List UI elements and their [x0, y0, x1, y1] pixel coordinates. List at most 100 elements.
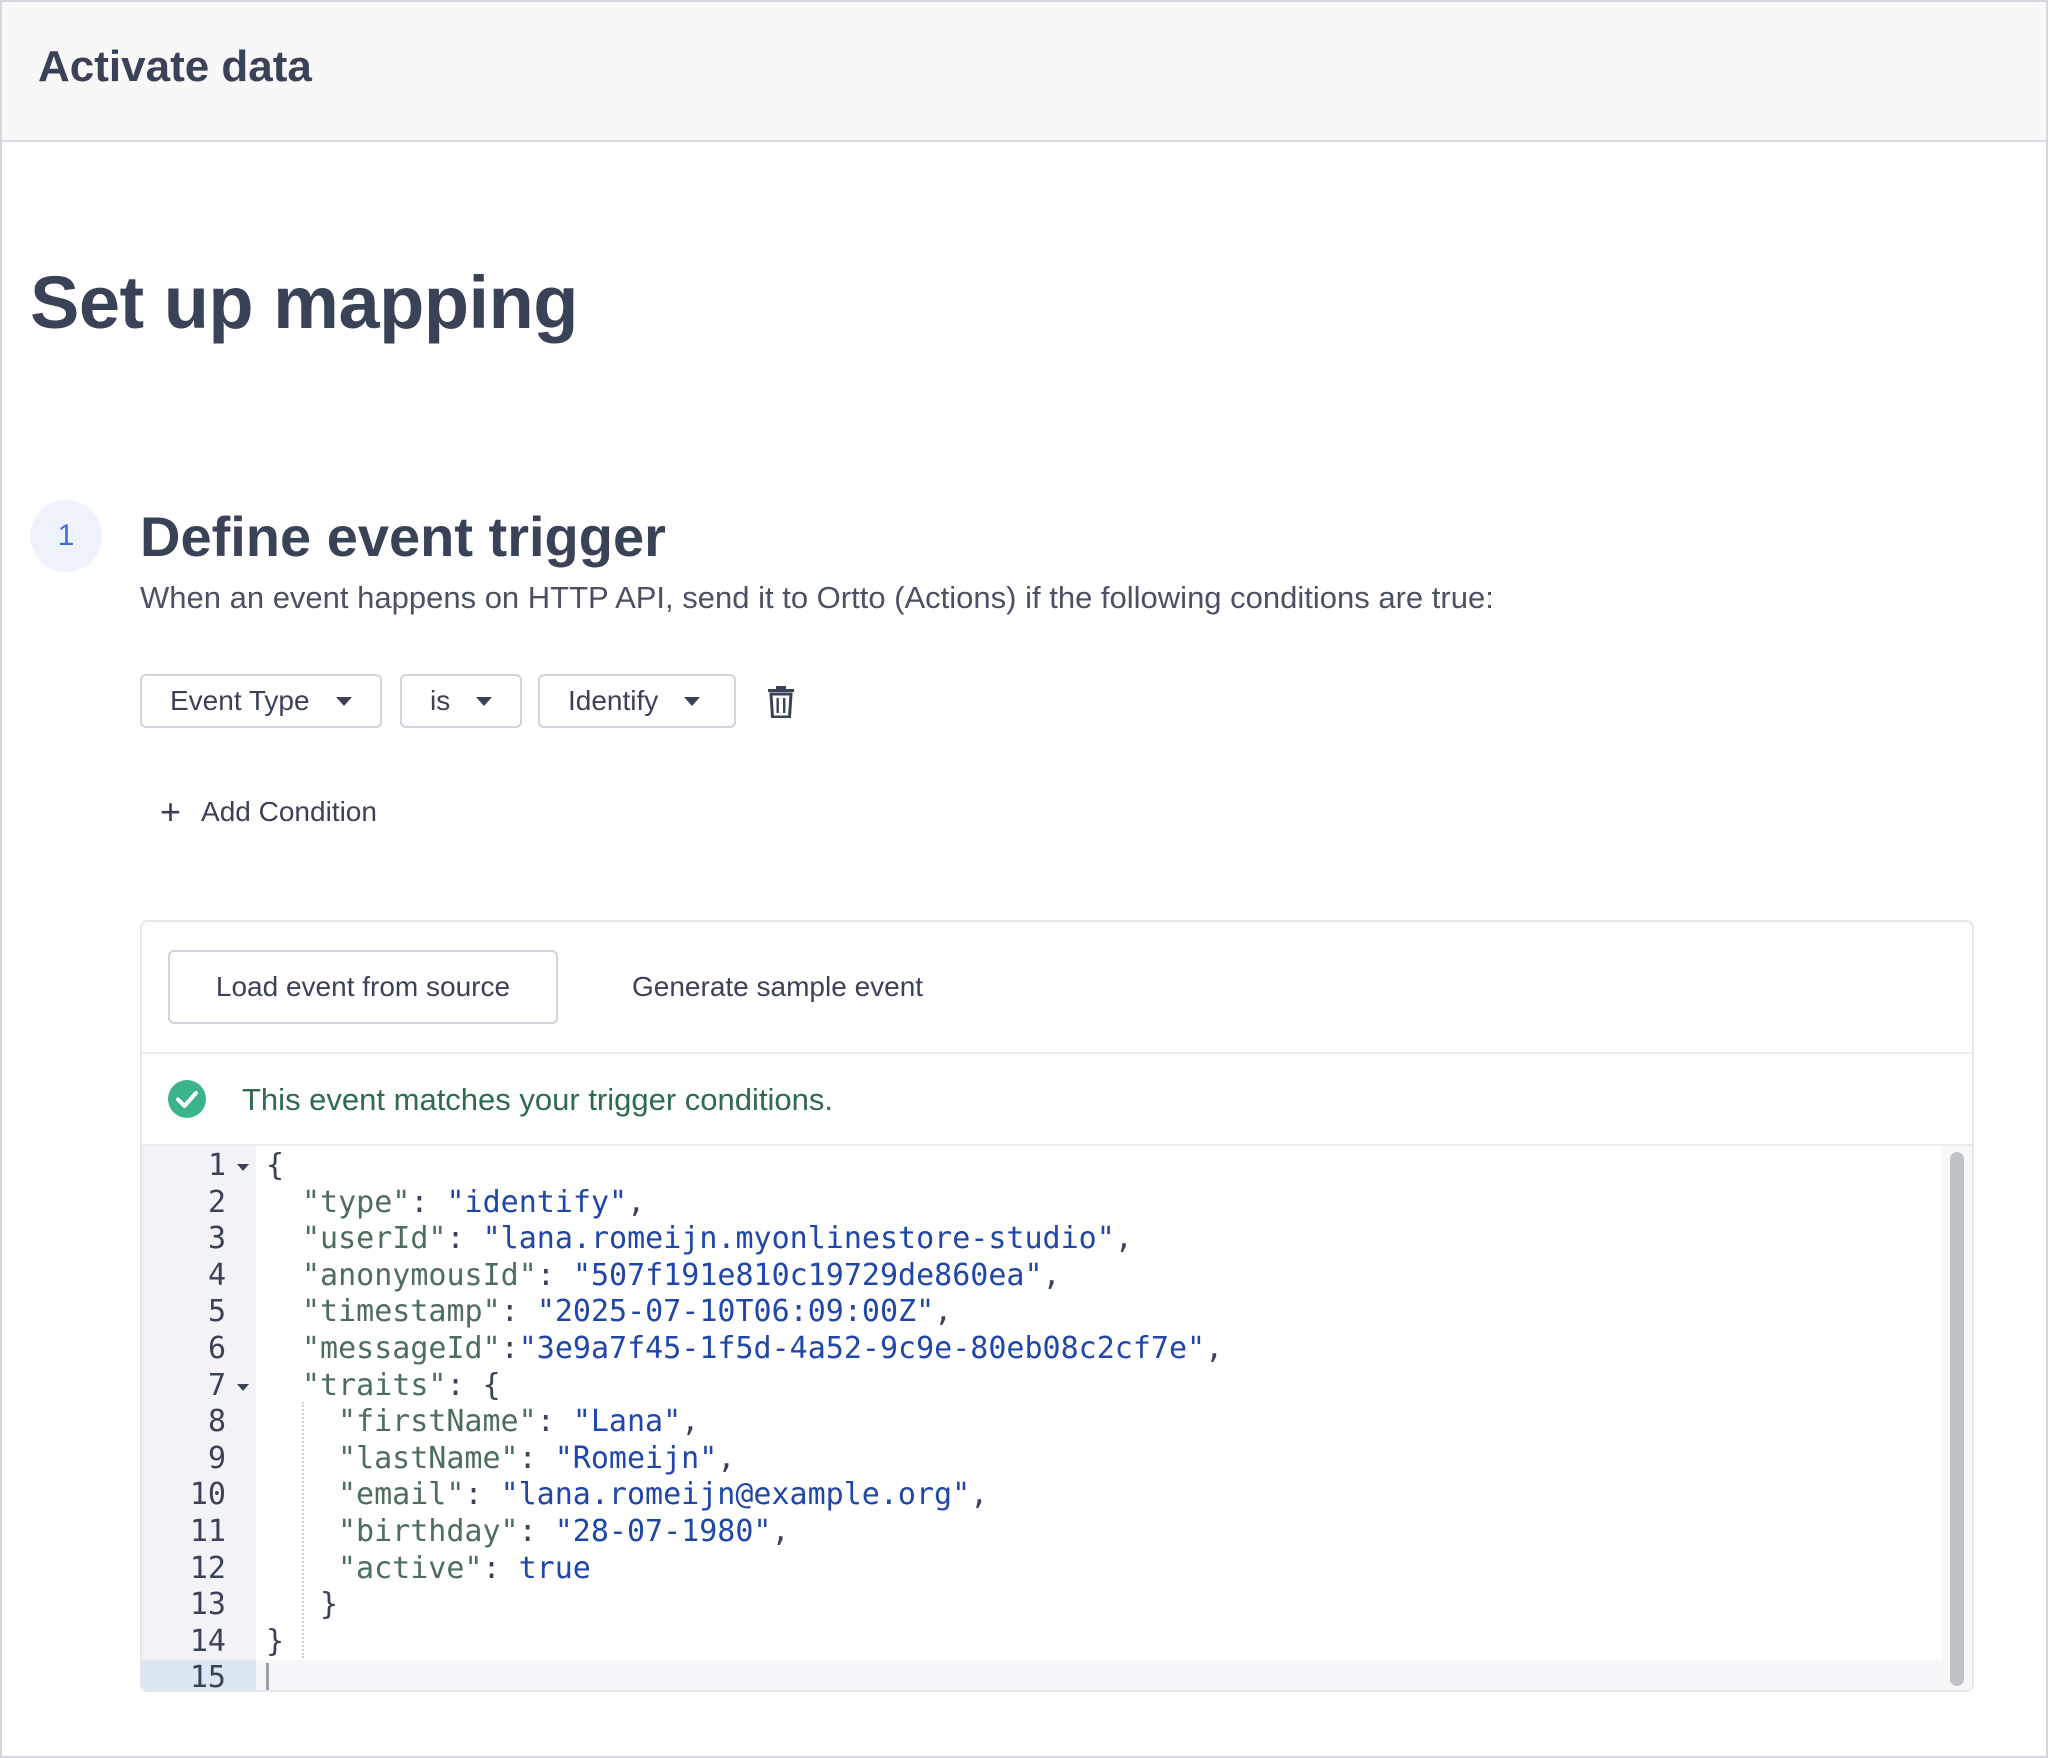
- trigger-match-status: This event matches your trigger conditio…: [142, 1054, 1972, 1146]
- match-message: This event matches your trigger conditio…: [242, 1082, 833, 1117]
- code-text: "email": "lana.romeijn@example.org",: [338, 1477, 988, 1514]
- json-punctuation: ,: [1114, 1221, 1133, 1257]
- code-line[interactable]: 14}: [142, 1624, 1942, 1661]
- json-separator: :: [536, 1257, 573, 1293]
- code-line[interactable]: 15: [142, 1660, 1942, 1690]
- check-circle-icon: [168, 1080, 206, 1118]
- add-condition-button[interactable]: + Add Condition: [160, 792, 377, 832]
- code-line[interactable]: 9 "lastName": "Romeijn",: [142, 1441, 1942, 1478]
- json-value: true: [518, 1550, 591, 1586]
- json-value: "Romeijn": [554, 1440, 718, 1476]
- json-punctuation: ,: [627, 1184, 646, 1220]
- load-event-from-source-button[interactable]: Load event from source: [168, 950, 558, 1024]
- json-separator: :: [446, 1367, 483, 1403]
- json-separator: :: [518, 1514, 555, 1549]
- code-text: "firstName": "Lana",: [338, 1404, 699, 1441]
- chevron-down-icon: [476, 696, 493, 706]
- line-number: 3: [207, 1221, 226, 1257]
- json-value: "lana.romeijn.myonlinestore-studio": [482, 1221, 1115, 1257]
- add-condition-label: Add Condition: [201, 796, 377, 827]
- line-number: 4: [207, 1257, 226, 1293]
- step-description: When an event happens on HTTP API, send …: [140, 580, 1494, 615]
- json-punctuation: ,: [970, 1477, 989, 1513]
- code-text: "traits": {: [302, 1368, 501, 1405]
- code-line[interactable]: 5 "timestamp": "2025-07-10T06:09:00Z",: [142, 1294, 1942, 1331]
- plus-icon: +: [160, 791, 182, 832]
- json-key: "lastName": [338, 1440, 519, 1476]
- vertical-scrollbar[interactable]: [1950, 1152, 1964, 1686]
- json-value: "Lana": [572, 1404, 682, 1440]
- line-number: 11: [189, 1514, 226, 1549]
- json-punctuation: ,: [681, 1404, 700, 1440]
- json-punctuation: ,: [1042, 1257, 1061, 1293]
- generate-sample-event-button[interactable]: Generate sample event: [632, 950, 923, 1024]
- line-number: 12: [189, 1550, 226, 1586]
- json-separator: :: [464, 1477, 501, 1513]
- trash-icon[interactable]: [766, 686, 796, 718]
- condition-field-label: Event Type: [170, 685, 310, 716]
- line-number: 10: [189, 1477, 226, 1513]
- chevron-down-icon: [335, 696, 352, 706]
- code-text: }: [266, 1624, 284, 1661]
- json-key: "email": [338, 1477, 465, 1513]
- step-title: Define event trigger: [140, 505, 666, 568]
- line-number: 2: [207, 1184, 226, 1220]
- condition-value-dropdown[interactable]: Identify: [538, 674, 736, 728]
- code-line[interactable]: 13}: [142, 1587, 1942, 1624]
- code-line[interactable]: 12 "active": true: [142, 1551, 1942, 1588]
- json-key: "messageId": [302, 1331, 501, 1366]
- json-key: "type": [302, 1184, 411, 1220]
- json-key: "firstName": [338, 1404, 537, 1440]
- json-code-editor[interactable]: 1{2 "type": "identify", 3 "userId": "lana.r…: [142, 1146, 1972, 1690]
- event-source-tabs: Load event from source Generate sample e…: [142, 922, 1972, 1054]
- sample-event-panel: Load event from source Generate sample e…: [140, 920, 1974, 1692]
- line-number: 13: [189, 1587, 226, 1623]
- json-punctuation: ,: [717, 1440, 736, 1476]
- code-line[interactable]: 7 "traits": {: [142, 1368, 1942, 1405]
- code-text: "birthday": "28-07-1980",: [338, 1514, 790, 1551]
- condition-field-dropdown[interactable]: Event Type: [140, 674, 382, 728]
- json-punctuation: ,: [934, 1294, 953, 1330]
- code-text: }: [320, 1587, 338, 1624]
- json-value: "2025-07-10T06:09:00Z": [536, 1294, 935, 1330]
- json-separator: :: [446, 1221, 483, 1257]
- code-line[interactable]: 4 "anonymousId": "507f191e810c19729de860e…: [142, 1258, 1942, 1295]
- condition-operator-dropdown[interactable]: is: [400, 674, 522, 728]
- code-line[interactable]: 1{: [142, 1148, 1942, 1185]
- json-separator: :: [500, 1294, 537, 1330]
- json-key: "timestamp": [302, 1294, 501, 1330]
- code-text: "anonymousId": "507f191e810c19729de860ea…: [302, 1258, 1061, 1295]
- code-line[interactable]: 11 "birthday": "28-07-1980",: [142, 1514, 1942, 1551]
- json-punctuation: ,: [771, 1514, 790, 1549]
- line-number: 9: [207, 1440, 226, 1476]
- json-key: "userId": [302, 1221, 447, 1257]
- line-number: 14: [189, 1623, 226, 1659]
- code-text: "messageId":"3e9a7f45-1f5d-4a52-9c9e-80e…: [302, 1331, 1223, 1368]
- code-line[interactable]: 8 "firstName": "Lana",: [142, 1404, 1942, 1441]
- json-key: "active": [338, 1550, 483, 1586]
- json-separator: :: [500, 1331, 519, 1366]
- json-value: "identify": [446, 1184, 628, 1220]
- line-number: 6: [207, 1331, 226, 1366]
- json-separator: :: [482, 1550, 519, 1586]
- json-value: "507f191e810c19729de860ea": [572, 1257, 1043, 1293]
- code-line[interactable]: 2 "type": "identify",: [142, 1185, 1942, 1222]
- code-text: "timestamp": "2025-07-10T06:09:00Z",: [302, 1294, 952, 1331]
- code-line[interactable]: 6 "messageId":"3e9a7f45-1f5d-4a52-9c9e-80…: [142, 1331, 1942, 1368]
- json-key: "anonymousId": [302, 1257, 537, 1293]
- json-value: "3e9a7f45-1f5d-4a52-9c9e-80eb08c2cf7e": [518, 1331, 1206, 1366]
- code-text: "userId": "lana.romeijn.myonlinestore-st…: [302, 1221, 1133, 1258]
- json-separator: :: [410, 1184, 447, 1220]
- page-title: Set up mapping: [30, 261, 579, 344]
- json-key: "traits": [302, 1367, 447, 1403]
- fold-toggle-icon[interactable]: [237, 1383, 249, 1391]
- json-separator: :: [536, 1404, 573, 1440]
- code-text: "active": true: [338, 1551, 591, 1588]
- json-key: "birthday": [338, 1514, 519, 1549]
- code-line[interactable]: 10 "email": "lana.romeijn@example.org",: [142, 1477, 1942, 1514]
- fold-toggle-icon[interactable]: [237, 1164, 249, 1171]
- step-number-badge: 1: [30, 500, 102, 572]
- line-number: 5: [207, 1294, 226, 1330]
- code-line[interactable]: 3 "userId": "lana.romeijn.myonlinestore-s…: [142, 1221, 1942, 1258]
- app-window: Activate data Set up mapping 1 Define ev…: [0, 0, 2048, 1758]
